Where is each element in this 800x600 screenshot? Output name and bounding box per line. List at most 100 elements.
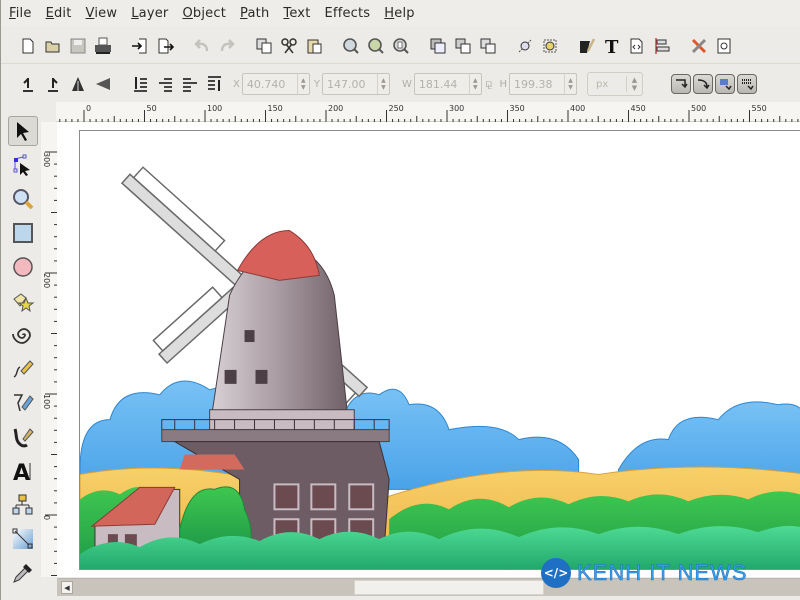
new-document-button[interactable]	[17, 35, 39, 57]
cut-icon	[281, 37, 297, 53]
menu-effects[interactable]: Effects	[325, 6, 371, 21]
undo-icon	[194, 38, 209, 51]
open-button[interactable]	[42, 35, 64, 57]
xml-editor-button[interactable]	[626, 35, 648, 57]
menu-path[interactable]: Path	[240, 6, 269, 21]
ruler-label: 300	[449, 104, 464, 113]
import-button[interactable]	[129, 35, 151, 57]
preferences-button[interactable]	[688, 35, 710, 57]
scroll-left-button[interactable]: ◀	[61, 581, 73, 594]
flip-horizontal-button[interactable]	[67, 73, 89, 95]
x-stepper[interactable]: ▲ ▼	[296, 74, 309, 94]
align-distribute-button[interactable]	[651, 35, 673, 57]
clone-button[interactable]	[477, 35, 499, 57]
calligraphy-tool[interactable]	[8, 422, 38, 452]
move-patterns-icon	[742, 79, 754, 91]
menu-view[interactable]: View	[86, 6, 118, 21]
save-icon	[70, 38, 86, 53]
x-value[interactable]: 40.740	[243, 78, 297, 91]
ellipse-tool[interactable]	[8, 252, 38, 282]
h-label: H	[499, 78, 507, 90]
transform-button[interactable]	[539, 35, 561, 57]
dropper-tool[interactable]	[8, 558, 38, 588]
inkscape-window: File Edit View Layer Object Path Text Ef…	[0, 0, 800, 600]
h-value[interactable]: 199.38	[510, 78, 564, 91]
lock-icon[interactable]: ⚼	[485, 77, 493, 91]
windmill-tower	[209, 230, 355, 431]
unit-chevron-icon: ▲ ▼	[626, 76, 642, 92]
canvas-area[interactable]	[57, 122, 800, 577]
vertical-ruler[interactable]: 300 200 100 0	[41, 122, 57, 577]
menu-text[interactable]: Text	[283, 6, 310, 21]
selector-tool[interactable]	[8, 116, 38, 146]
lower-to-bottom-button[interactable]	[129, 73, 151, 95]
move-gradients-icon	[720, 79, 732, 91]
pen-tool[interactable]	[8, 388, 38, 418]
rectangle-tool[interactable]	[8, 218, 38, 248]
node-edit-button[interactable]	[514, 35, 536, 57]
menu-help[interactable]: Help	[384, 6, 414, 21]
menu-file[interactable]: File	[9, 6, 32, 21]
rotate-cw-button[interactable]	[42, 73, 64, 95]
y-field[interactable]: 147.00 ▲ ▼	[321, 73, 390, 95]
y-value[interactable]: 147.00	[323, 78, 377, 91]
zoom-page-button[interactable]	[390, 35, 412, 57]
cut-button[interactable]	[278, 35, 300, 57]
ungroup-button[interactable]	[452, 35, 474, 57]
raise-button[interactable]	[179, 73, 201, 95]
group-icon	[430, 38, 446, 53]
scale-corners-toggle[interactable]	[693, 74, 713, 94]
horizontal-scroll-thumb[interactable]	[354, 580, 544, 595]
preferences-icon	[691, 38, 707, 53]
rotate-ccw-button[interactable]	[17, 73, 39, 95]
unit-select[interactable]: px ▲ ▼	[587, 72, 643, 96]
text-font-button[interactable]: T	[601, 35, 623, 57]
fill-stroke-button[interactable]	[576, 35, 598, 57]
document-properties-button[interactable]	[713, 35, 735, 57]
windmill-illustration[interactable]	[80, 131, 800, 569]
menu-layer[interactable]: Layer	[131, 6, 168, 21]
y-stepper[interactable]: ▲ ▼	[376, 74, 389, 94]
x-field[interactable]: 40.740 ▲ ▼	[241, 73, 310, 95]
width-field[interactable]: 181.44 ▲ ▼	[413, 73, 482, 95]
connector-tool[interactable]	[8, 490, 38, 520]
document-page[interactable]	[79, 130, 800, 570]
paste-button[interactable]	[303, 35, 325, 57]
gradient-tool[interactable]	[8, 524, 38, 554]
menu-edit[interactable]: Edit	[46, 6, 72, 21]
text-a-icon: A	[13, 461, 31, 483]
zoom-drawing-button[interactable]	[365, 35, 387, 57]
move-patterns-toggle[interactable]	[737, 74, 757, 94]
text-tool[interactable]: A	[8, 456, 38, 486]
undo-button[interactable]	[191, 35, 213, 57]
node-edit-pointer-icon	[13, 154, 30, 176]
zoom-selection-button[interactable]	[340, 35, 362, 57]
lower-button[interactable]	[154, 73, 176, 95]
scale-stroke-toggle[interactable]	[671, 74, 691, 94]
raise-to-top-button[interactable]	[204, 73, 226, 95]
menu-object[interactable]: Object	[182, 6, 226, 21]
horizontal-ruler[interactable]: 0 50 100 150 200 250 300 350 400 450 500 550	[56, 102, 800, 122]
arrow-pointer-icon	[17, 122, 29, 141]
node-tool[interactable]	[8, 150, 38, 180]
w-value[interactable]: 181.44	[415, 78, 469, 91]
w-stepper[interactable]: ▲ ▼	[468, 74, 481, 94]
flip-vertical-button[interactable]	[92, 73, 114, 95]
zoom-page-icon	[393, 37, 409, 54]
spiral-tool[interactable]	[8, 320, 38, 350]
duplicate-button[interactable]	[253, 35, 275, 57]
pencil-tool[interactable]	[8, 354, 38, 384]
h-stepper[interactable]: ▲ ▼	[564, 74, 576, 94]
raise-icon	[183, 78, 197, 92]
redo-button[interactable]	[216, 35, 238, 57]
move-gradients-toggle[interactable]	[715, 74, 735, 94]
export-button[interactable]	[154, 35, 176, 57]
toolbox: A	[5, 116, 41, 586]
star-tool[interactable]	[8, 286, 38, 316]
zoom-tool[interactable]	[8, 184, 38, 214]
align-distribute-icon	[655, 37, 670, 54]
height-field[interactable]: 199.38 ▲ ▼	[509, 73, 577, 95]
print-button[interactable]	[92, 35, 114, 57]
save-button[interactable]	[67, 35, 89, 57]
group-button[interactable]	[427, 35, 449, 57]
